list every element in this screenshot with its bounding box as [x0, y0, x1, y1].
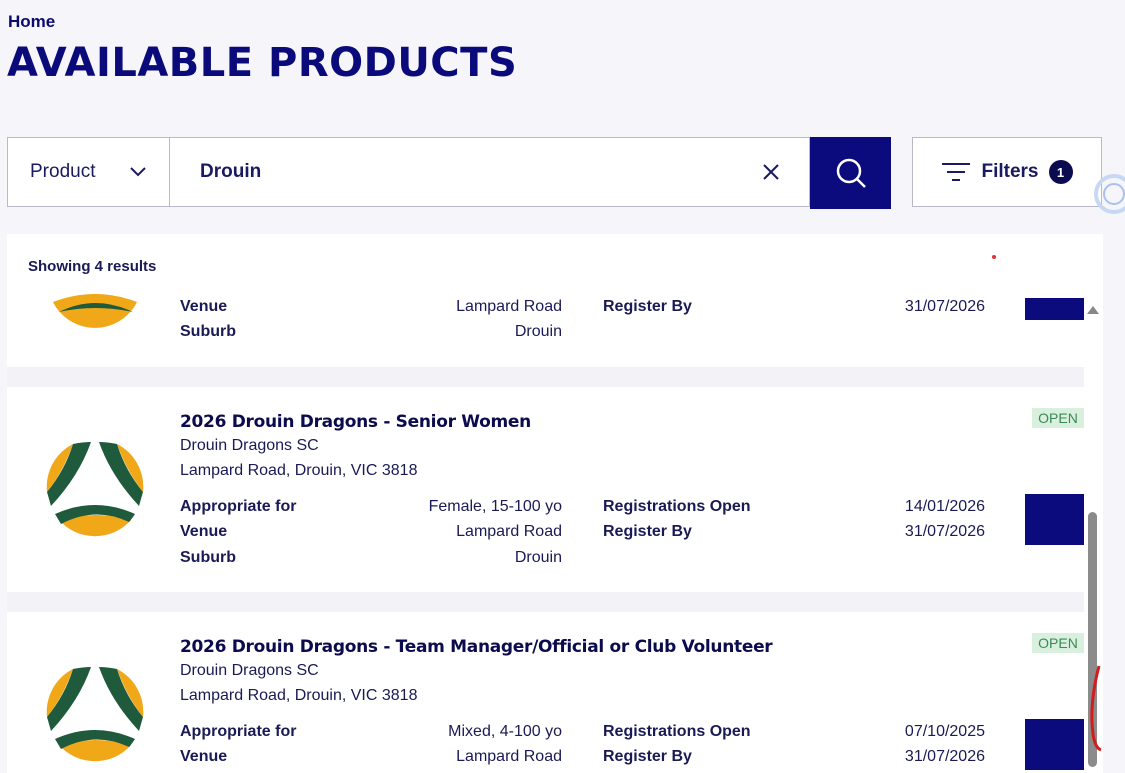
result-card[interactable]: 2026 Drouin Dragons - Senior Women Droui… — [7, 387, 1084, 592]
result-card[interactable]: 2026 Drouin Dragons - Team Manager/Offic… — [7, 612, 1084, 773]
status-badge: OPEN — [1032, 408, 1084, 428]
card-address: Lampard Road, Drouin, VIC 3818 — [180, 687, 418, 704]
register-button[interactable] — [1025, 719, 1084, 770]
registrations-open-label: Registrations Open — [603, 723, 751, 740]
card-address: Lampard Road, Drouin, VIC 3818 — [180, 462, 418, 479]
register-by-value: 31/07/2026 — [904, 298, 985, 315]
filters-label: Filters — [981, 161, 1039, 182]
registrations-open-value: 14/01/2026 — [904, 498, 985, 515]
filter-count-badge: 1 — [1048, 160, 1073, 184]
results-panel: Showing 4 results Venue Lampard Road Sub… — [7, 234, 1103, 773]
search-button[interactable] — [810, 137, 891, 209]
venue-label: Venue — [180, 298, 228, 315]
close-icon — [763, 164, 779, 180]
club-logo-icon — [46, 667, 144, 762]
register-by-label: Register By — [603, 298, 692, 315]
register-button[interactable] — [1025, 494, 1084, 545]
venue-label: Venue — [180, 748, 228, 765]
scroll-up-arrow-icon[interactable] — [1087, 306, 1099, 314]
assistant-launcher-inner — [1103, 183, 1125, 205]
registrations-open-label: Registrations Open — [603, 498, 751, 515]
venue-label: Venue — [180, 523, 228, 540]
registrations-open-value: 07/10/2025 — [904, 723, 985, 740]
search-input[interactable]: Drouin — [170, 137, 810, 207]
status-badge: OPEN — [1032, 633, 1084, 653]
suburb-value: Drouin — [514, 549, 562, 566]
card-club: Drouin Dragons SC — [180, 437, 319, 454]
chevron-down-icon — [130, 167, 146, 177]
venue-value: Lampard Road — [456, 523, 562, 540]
card-separator — [7, 367, 1084, 387]
search-query-text: Drouin — [200, 161, 262, 182]
search-category-select[interactable]: Product — [7, 137, 170, 207]
register-by-label: Register By — [603, 748, 692, 765]
indicator-dot — [992, 255, 996, 259]
register-by-label: Register By — [603, 523, 692, 540]
club-logo-icon — [53, 294, 137, 328]
register-by-value: 31/07/2026 — [904, 523, 985, 540]
filter-lines-icon — [942, 163, 971, 181]
club-logo-icon — [46, 442, 144, 537]
appropriate-for-label: Appropriate for — [180, 723, 297, 740]
register-button[interactable] — [1025, 298, 1084, 320]
search-category-label: Product — [30, 161, 96, 182]
appropriate-for-label: Appropriate for — [180, 498, 297, 515]
search-bar: Product Drouin — [7, 137, 891, 209]
card-club: Drouin Dragons SC — [180, 662, 319, 679]
suburb-value: Drouin — [514, 323, 562, 340]
result-card-partial[interactable]: Venue Lampard Road Suburb Drouin Registe… — [7, 282, 1084, 367]
suburb-label: Suburb — [180, 323, 236, 340]
annotation-mark — [1090, 665, 1102, 752]
card-title[interactable]: 2026 Drouin Dragons - Senior Women — [180, 412, 531, 432]
register-by-value: 31/07/2026 — [904, 748, 985, 765]
appropriate-for-value: Female, 15-100 yo — [428, 498, 562, 515]
venue-value: Lampard Road — [456, 298, 562, 315]
venue-value: Lampard Road — [456, 748, 562, 765]
appropriate-for-value: Mixed, 4-100 yo — [448, 723, 562, 740]
page-title: AVAILABLE PRODUCTS — [7, 40, 518, 86]
clear-search-button[interactable] — [759, 160, 783, 184]
filters-button[interactable]: Filters 1 — [912, 137, 1102, 207]
breadcrumb[interactable]: Home — [8, 12, 55, 32]
suburb-label: Suburb — [180, 549, 236, 566]
card-separator — [7, 592, 1084, 612]
search-icon — [836, 158, 866, 188]
card-title[interactable]: 2026 Drouin Dragons - Team Manager/Offic… — [180, 637, 773, 657]
